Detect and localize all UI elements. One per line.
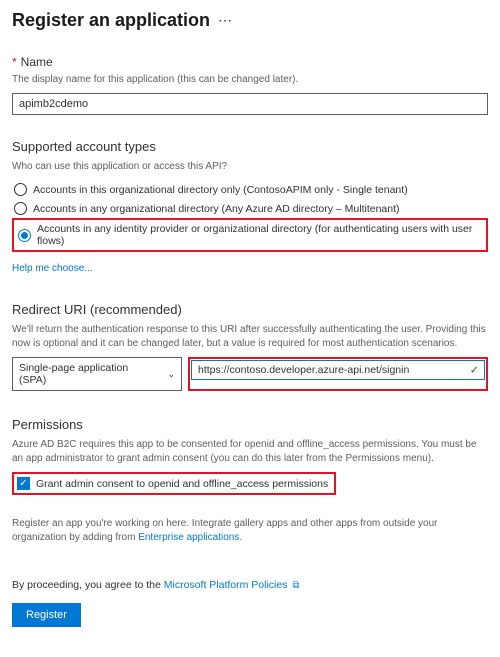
radio-icon: [14, 202, 27, 215]
radio-label: Accounts in this organizational director…: [33, 184, 408, 196]
more-icon[interactable]: ⋯: [218, 12, 233, 29]
policy-prefix: By proceeding, you agree to the: [12, 579, 164, 591]
external-link-icon: ⧉: [292, 580, 299, 591]
enterprise-applications-link[interactable]: Enterprise applications: [138, 532, 239, 543]
name-input[interactable]: [12, 93, 488, 115]
valid-check-icon: ✓: [470, 364, 479, 377]
name-help-text: The display name for this application (t…: [12, 73, 488, 87]
platform-policies-link[interactable]: Microsoft Platform Policies: [164, 579, 288, 591]
required-asterisk: *: [12, 55, 17, 69]
help-me-choose-link[interactable]: Help me choose...: [12, 263, 93, 274]
permissions-help: Azure AD B2C requires this app to be con…: [12, 438, 488, 466]
name-label: Name: [21, 55, 53, 69]
permissions-title: Permissions: [12, 417, 488, 432]
page-title: Register an application: [12, 10, 210, 31]
account-type-option-multitenant[interactable]: Accounts in any organizational directory…: [12, 199, 488, 218]
platform-select-value: Single-page application (SPA): [19, 362, 157, 386]
enterprise-note-suffix: .: [239, 532, 242, 543]
account-type-option-any-idp[interactable]: Accounts in any identity provider or org…: [16, 222, 484, 248]
radio-icon: [14, 183, 27, 196]
account-type-option-single-tenant[interactable]: Accounts in this organizational director…: [12, 180, 488, 199]
platform-select[interactable]: Single-page application (SPA) ⌄: [12, 357, 182, 391]
redirect-uri-help: We'll return the authentication response…: [12, 323, 488, 351]
redirect-uri-input[interactable]: [191, 360, 485, 380]
redirect-uri-title: Redirect URI (recommended): [12, 302, 488, 317]
register-button[interactable]: Register: [12, 603, 81, 627]
admin-consent-checkbox-row[interactable]: ✓ Grant admin consent to openid and offl…: [12, 472, 336, 495]
radio-label: Accounts in any identity provider or org…: [37, 223, 482, 247]
radio-icon: [18, 229, 31, 242]
chevron-down-icon: ⌄: [167, 369, 175, 380]
account-types-help: Who can use this application or access t…: [12, 160, 488, 174]
radio-label: Accounts in any organizational directory…: [33, 203, 400, 215]
account-types-title: Supported account types: [12, 139, 488, 154]
admin-consent-label: Grant admin consent to openid and offlin…: [36, 478, 328, 490]
checkbox-checked-icon: ✓: [17, 477, 30, 490]
